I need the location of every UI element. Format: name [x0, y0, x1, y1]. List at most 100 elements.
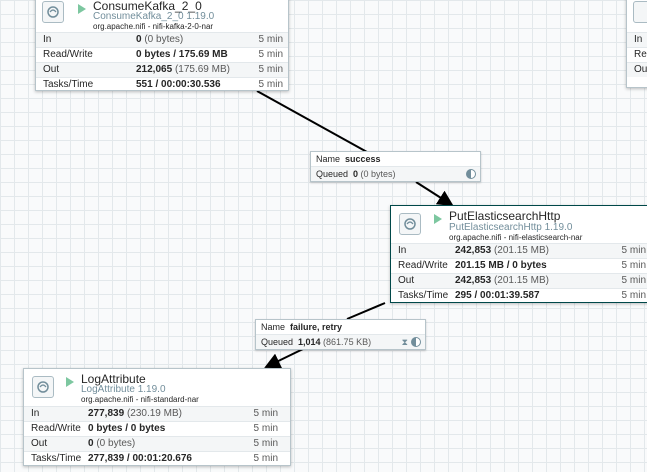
processor-icon	[42, 1, 64, 23]
stat-row-in: In 0 (0 bytes) 5 min	[36, 33, 288, 48]
processor-bundle: org.apache.nifi - nifi-standard-nar	[81, 395, 199, 404]
stat-label: Read/Write	[43, 49, 93, 60]
stat-row-read-write: Read/Write 201.15 MB / 0 bytes 5 min	[391, 259, 647, 274]
connection-name-value: failure, retry	[290, 322, 343, 332]
stat-time: 5 min	[258, 64, 283, 75]
stat-row-read-write: Read/Write 0 bytes / 175.69 MB 5 min	[36, 48, 288, 63]
stat-value: 242,853 (201.15 MB)	[455, 245, 549, 256]
processor-put-elasticsearch[interactable]: PutElasticsearchHttp PutElasticsearchHtt…	[390, 205, 647, 303]
stat-time: 5 min	[253, 438, 278, 449]
connection-label-to-elastic[interactable]	[415, 181, 454, 207]
running-icon[interactable]	[78, 4, 86, 14]
processor-log-attribute[interactable]: LogAttribute LogAttribute 1.19.0 org.apa…	[23, 368, 291, 466]
connection-label-failure-retry[interactable]: Name failure, retry Queued 1,014 (861.75…	[255, 319, 426, 350]
processor-bundle: org.apache.nifi - nifi-kafka-2-0-nar	[93, 22, 214, 31]
processor-header: PutElasticsearchHttp PutElasticsearchHtt…	[391, 206, 647, 244]
processor-type: LogAttribute 1.19.0	[81, 384, 166, 395]
stat-label: Rea	[634, 49, 647, 60]
stat-label: Out	[398, 275, 415, 286]
stat-label: Tasks/Time	[398, 290, 449, 301]
stat-time: 5 min	[621, 290, 646, 301]
connection-queued-row: Queued 0 (0 bytes)	[311, 166, 480, 181]
connection-name-value: success	[345, 154, 381, 164]
connection-name-key: Name	[316, 154, 341, 164]
processor-name: PutElasticsearchHttp	[449, 209, 561, 223]
stat-time: 5 min	[621, 260, 646, 271]
stat-time: 5 min	[258, 79, 283, 90]
stat-label: Tasks/Time	[31, 453, 82, 464]
processor-consume-kafka[interactable]: ConsumeKafka_2_0 ConsumeKafka_2_0 1.19.0…	[35, 0, 289, 91]
stat-row-out: Out 212,065 (175.69 MB) 5 min	[36, 63, 288, 78]
stat-row-tasks-time: Tasks/Time 551 / 00:00:30.536 5 min	[36, 78, 288, 92]
stat-label: In	[634, 34, 643, 45]
stat-time: 5 min	[258, 49, 283, 60]
hourglass-icon: ⧗	[401, 337, 408, 347]
connection-name-row: Name failure, retry	[256, 320, 425, 334]
pie-icon	[411, 337, 421, 347]
connection-name-key: Name	[261, 322, 286, 332]
stat-row-read-write: Rea	[627, 48, 647, 63]
stat-label: Out	[31, 438, 48, 449]
connection-queued-key: Queued	[316, 169, 349, 179]
stat-label: Out	[43, 64, 60, 75]
stat-value: 242,853 (201.15 MB)	[455, 275, 549, 286]
stat-time: 5 min	[258, 34, 283, 45]
stat-value: 551 / 00:00:30.536	[136, 79, 221, 90]
queue-icons	[466, 169, 476, 179]
processor-type: PutElasticsearchHttp 1.19.0	[449, 222, 573, 233]
stat-label: Read/Write	[398, 260, 448, 271]
connection-queued-value: 1,014 (861.75 KB)	[298, 337, 372, 347]
stat-value: 295 / 00:01:39.587	[455, 290, 540, 301]
processor-type: ConsumeKafka_2_0 1.19.0	[93, 11, 215, 22]
connection-queued-value: 0 (0 bytes)	[353, 169, 396, 179]
stat-time: 5 min	[253, 453, 278, 464]
queue-icons: ⧗	[402, 337, 421, 347]
connection-label-success[interactable]: Name success Queued 0 (0 bytes)	[310, 151, 481, 182]
stat-label: In	[31, 408, 40, 419]
stat-label: In	[43, 34, 52, 45]
processor-bundle: org.apache.nifi - nifi-elasticsearch-nar	[449, 233, 583, 242]
running-icon[interactable]	[66, 377, 74, 387]
stat-value: 0 (0 bytes)	[136, 34, 184, 45]
stat-value: 277,839 / 00:01:20.676	[88, 453, 192, 464]
stat-time: 5 min	[253, 423, 278, 434]
stat-value: 201.15 MB / 0 bytes	[455, 260, 547, 271]
stat-row-tasks-time: Tasks/Time 295 / 00:01:39.587 5 min	[391, 289, 647, 303]
stat-row-out: Ou	[627, 63, 647, 77]
stat-row-in: In 242,853 (201.15 MB) 5 min	[391, 244, 647, 259]
connection-elastic-to-label[interactable]	[346, 302, 386, 320]
stat-row-tasks-time: Tasks/Time 277,839 / 00:01:20.676 5 min	[24, 452, 290, 466]
stat-value: 277,839 (230.19 MB)	[88, 408, 182, 419]
stat-label: Read/Write	[31, 423, 81, 434]
processor-header: ConsumeKafka_2_0 ConsumeKafka_2_0 1.19.0…	[36, 0, 288, 33]
processor-icon	[399, 213, 421, 235]
stat-row-out: Out 0 (0 bytes) 5 min	[24, 437, 290, 452]
connection-label-to-log[interactable]	[264, 348, 304, 369]
processor-partial-right[interactable]: In Rea Ou	[626, 0, 647, 88]
connection-queued-key: Queued	[261, 337, 294, 347]
connection-name-row: Name success	[311, 152, 480, 166]
stat-value: 0 bytes / 0 bytes	[88, 423, 166, 434]
stat-time: 5 min	[621, 245, 646, 256]
connection-queued-row: Queued 1,014 (861.75 KB) ⧗	[256, 334, 425, 349]
processor-header: LogAttribute LogAttribute 1.19.0 org.apa…	[24, 369, 290, 407]
processor-icon	[32, 376, 54, 398]
pie-icon	[466, 169, 476, 179]
processor-icon	[633, 1, 647, 23]
stat-row-in: In	[627, 33, 647, 48]
stat-label: In	[398, 245, 407, 256]
running-icon[interactable]	[434, 214, 442, 224]
processor-header	[627, 0, 647, 33]
stat-time: 5 min	[253, 408, 278, 419]
stat-label: Tasks/Time	[43, 79, 94, 90]
stat-row-in: In 277,839 (230.19 MB) 5 min	[24, 407, 290, 422]
stat-row-out: Out 242,853 (201.15 MB) 5 min	[391, 274, 647, 289]
stat-value: 0 (0 bytes)	[88, 438, 136, 449]
stat-time: 5 min	[621, 275, 646, 286]
stat-label: Ou	[634, 64, 647, 75]
flow-canvas[interactable]: ConsumeKafka_2_0 ConsumeKafka_2_0 1.19.0…	[0, 0, 647, 472]
stat-value: 0 bytes / 175.69 MB	[136, 49, 228, 60]
stat-value: 212,065 (175.69 MB)	[136, 64, 230, 75]
connection-kafka-to-label[interactable]	[256, 90, 368, 153]
stat-row-read-write: Read/Write 0 bytes / 0 bytes 5 min	[24, 422, 290, 437]
